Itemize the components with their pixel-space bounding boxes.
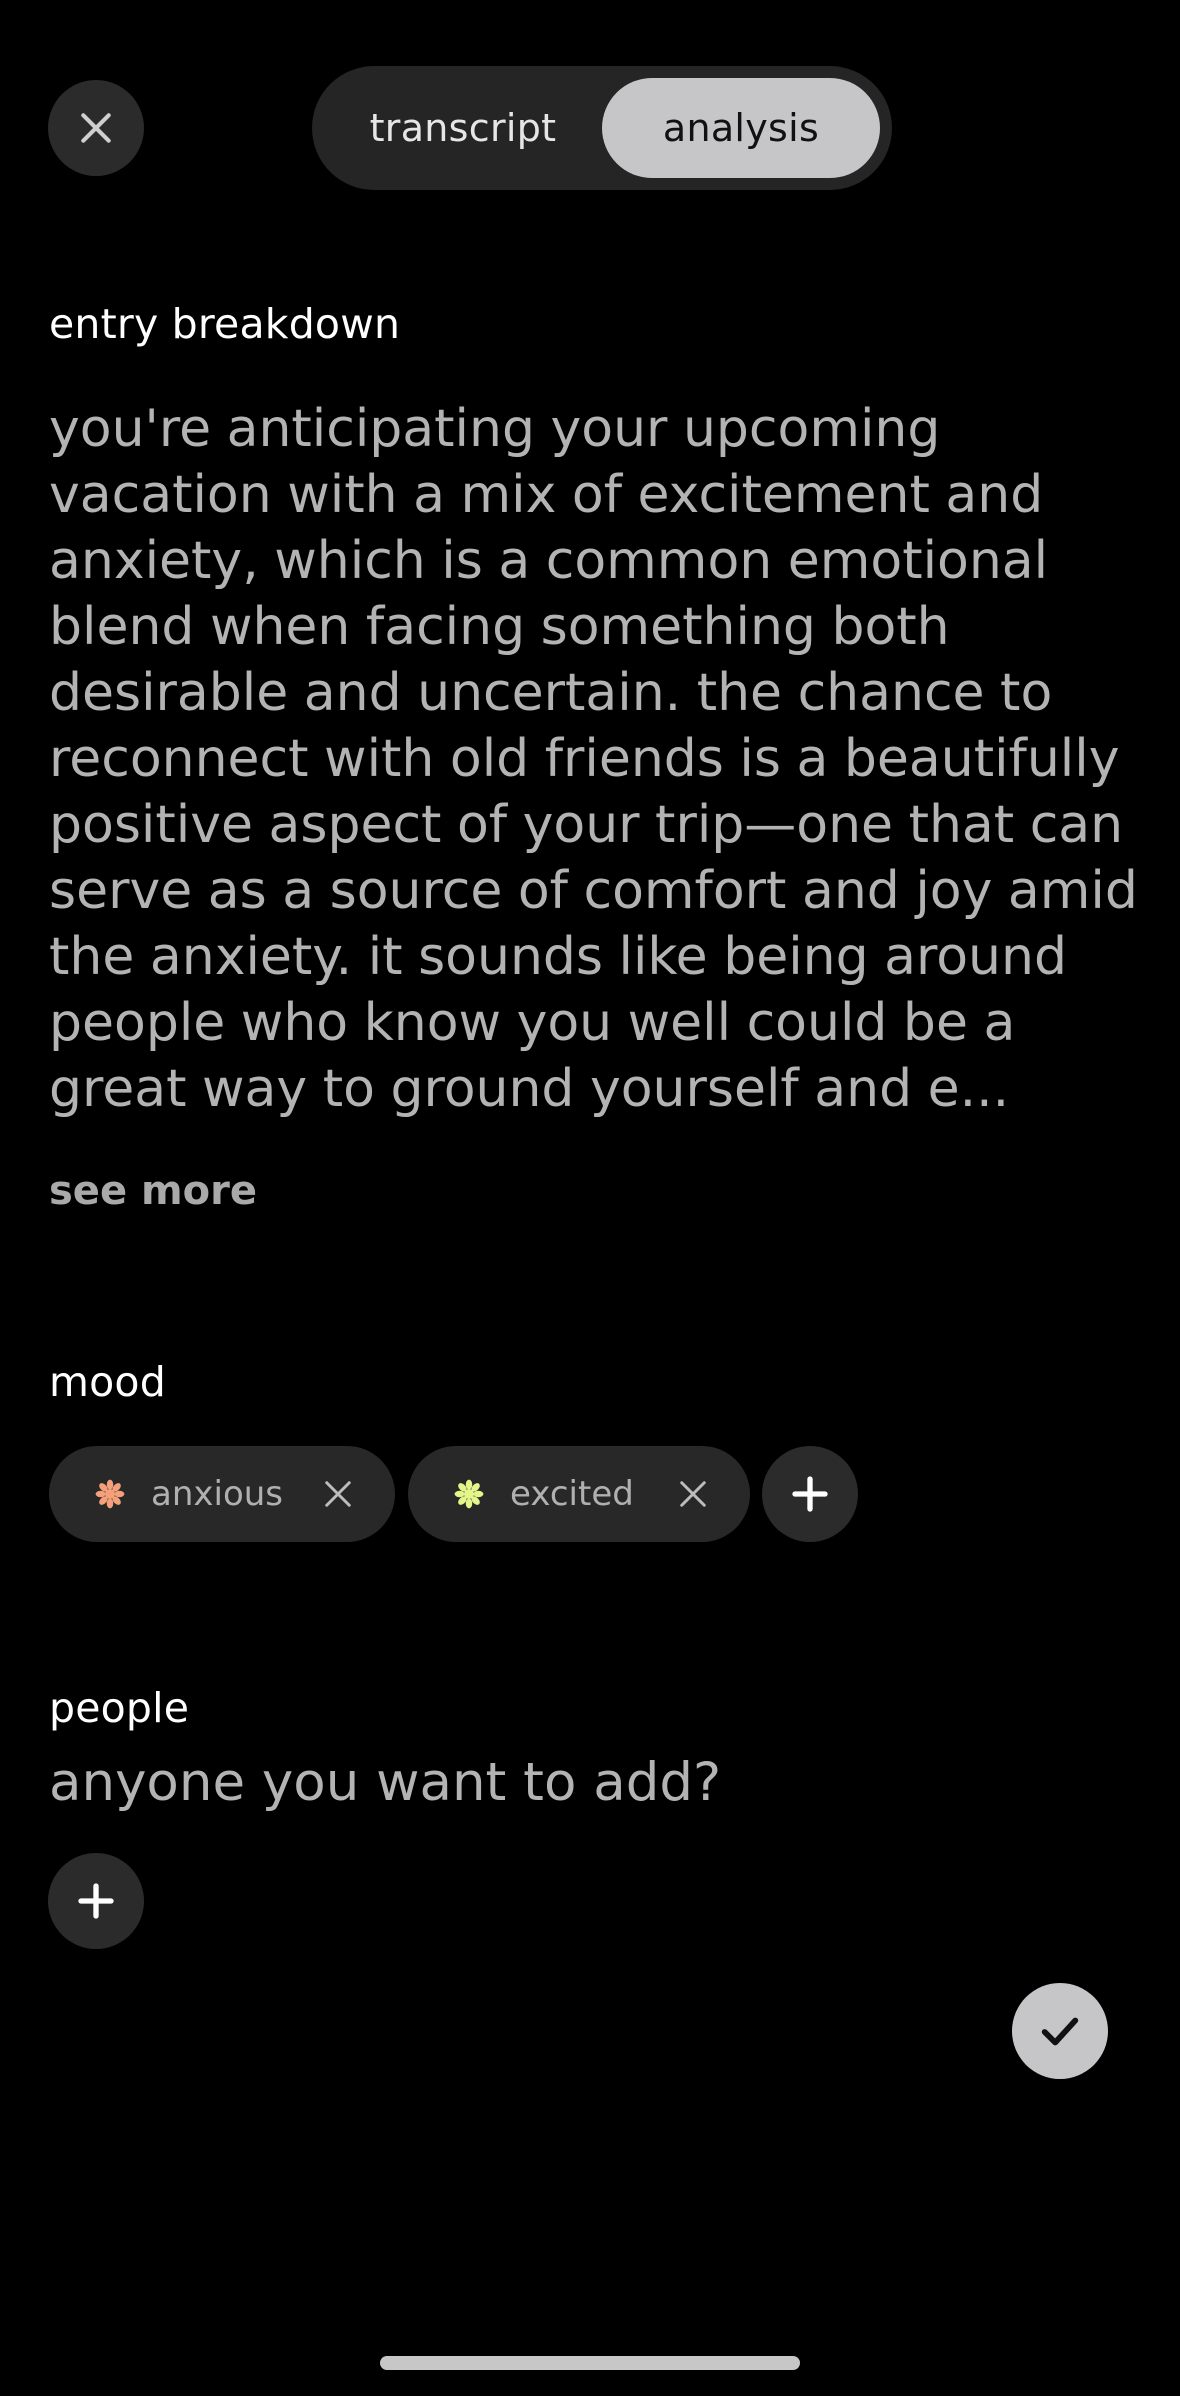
mood-chip-anxious[interactable]: anxious bbox=[49, 1446, 395, 1542]
view-toggle: transcript analysis bbox=[312, 66, 892, 190]
see-more-link[interactable]: see more bbox=[49, 1168, 257, 1214]
mood-heading: mood bbox=[49, 1358, 166, 1406]
close-button[interactable] bbox=[48, 80, 144, 176]
remove-icon[interactable] bbox=[323, 1479, 353, 1509]
mood-chip-label: anxious bbox=[151, 1474, 284, 1514]
checkmark-icon bbox=[1041, 2017, 1079, 2046]
add-person-button[interactable] bbox=[48, 1853, 144, 1949]
confirm-button[interactable] bbox=[1012, 1983, 1108, 2079]
people-heading: people bbox=[49, 1684, 190, 1732]
entry-breakdown-text: you're anticipating your upcoming vacati… bbox=[49, 399, 1138, 1119]
mood-chip-label: excited bbox=[510, 1474, 634, 1514]
close-icon bbox=[81, 113, 111, 143]
home-indicator[interactable] bbox=[380, 2356, 800, 2370]
tab-analysis[interactable]: analysis bbox=[602, 78, 880, 178]
flower-icon bbox=[454, 1479, 484, 1509]
mood-chip-excited[interactable]: excited bbox=[408, 1446, 750, 1542]
people-prompt: anyone you want to add? bbox=[49, 1752, 722, 1813]
flower-icon bbox=[95, 1479, 125, 1509]
entry-breakdown-heading: entry breakdown bbox=[49, 300, 401, 348]
remove-icon[interactable] bbox=[678, 1479, 708, 1509]
tab-transcript[interactable]: transcript bbox=[324, 78, 602, 178]
add-mood-button[interactable] bbox=[762, 1446, 858, 1542]
plus-icon bbox=[792, 1476, 828, 1512]
plus-icon bbox=[78, 1883, 114, 1919]
